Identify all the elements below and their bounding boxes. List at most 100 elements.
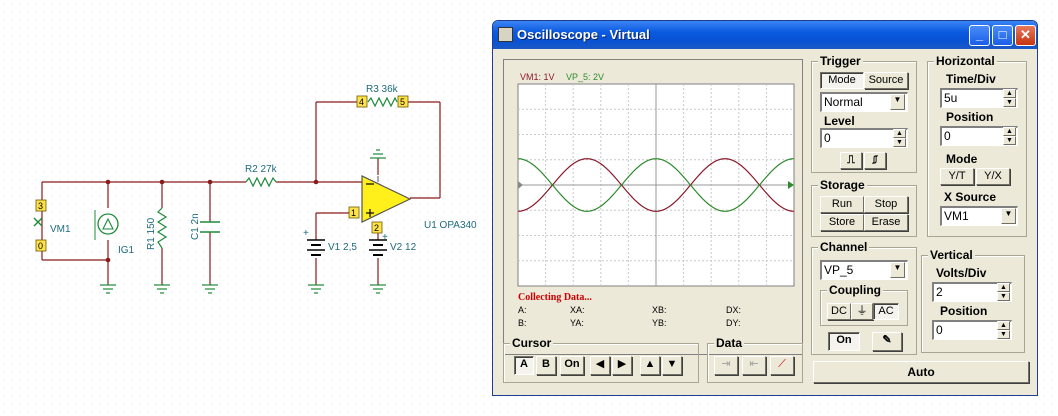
channel-group: Channel VP_5 ▼ Coupling DC ⏚ AC On ✎ xyxy=(811,240,917,355)
u1-label: U1 OPA340 xyxy=(424,220,477,231)
trigger-source-tab[interactable]: Source xyxy=(864,72,908,89)
level-spinner[interactable]: ▲ ▼ xyxy=(893,129,906,147)
ground-icon xyxy=(100,149,386,294)
r2-resistor[interactable]: R2 27k xyxy=(245,164,278,188)
maximize-button[interactable]: □ xyxy=(992,25,1013,46)
yx-mode-button[interactable]: Y/X xyxy=(976,168,1010,185)
data-title: Data xyxy=(714,336,745,350)
vm1-pin-bottom: 0 xyxy=(38,241,43,251)
chevron-down-icon[interactable]: ▼ xyxy=(1001,208,1016,224)
coupling-group: Coupling DC ⏚ AC xyxy=(820,283,908,326)
ac-coupling-button[interactable]: AC xyxy=(873,303,899,320)
v1-label: V1 2,5 xyxy=(328,242,357,253)
r1-label: R1 150 xyxy=(146,217,157,250)
save-data-icon: ⇤ xyxy=(749,358,759,370)
open-data-icon: ⇥ xyxy=(721,358,731,370)
timediv-spinner[interactable]: ▲ ▼ xyxy=(1003,89,1016,107)
r1-resistor[interactable]: R1 150 xyxy=(146,207,168,250)
vertical-title: Vertical xyxy=(928,248,975,262)
c1-label: C1 2n xyxy=(190,213,201,240)
coupling-title: Coupling xyxy=(827,283,883,297)
level-label: Level xyxy=(824,114,855,128)
auto-button[interactable]: Auto xyxy=(813,361,1029,383)
channel-color-button[interactable]: ✎ xyxy=(872,332,902,351)
h-position-spinner[interactable]: ▲ ▼ xyxy=(1003,127,1016,145)
vm1-label: VM1 xyxy=(50,224,71,235)
cursor-left-button[interactable]: ◀ xyxy=(590,356,610,375)
c1-capacitor[interactable]: C1 2n xyxy=(190,213,220,240)
r2-label: R2 27k xyxy=(245,164,278,175)
data-export-button[interactable]: ⟋ xyxy=(770,356,794,375)
v1-battery[interactable]: + V1 2,5 xyxy=(303,228,357,256)
trigger-group: Trigger Mode Source Normal ▼ Level 0 ▲ ▼ … xyxy=(811,54,917,173)
storage-group: Storage Run Stop Store Erase xyxy=(811,178,917,237)
oscilloscope-window: Oscilloscope - Virtual _ □ ✕ VM1: 1V VP_… xyxy=(492,20,1038,396)
arrow-up-icon: ▲ xyxy=(644,358,656,370)
u1-opamp[interactable]: 1 2 U1 OPA340 xyxy=(348,175,477,234)
data-open-button[interactable]: ⇥ xyxy=(714,356,738,375)
cursor-right-button[interactable]: ▶ xyxy=(612,356,632,375)
v2-battery[interactable]: + V2 12 xyxy=(369,232,417,256)
voltsdiv-label: Volts/Div xyxy=(936,266,987,280)
ig1-label: IG1 xyxy=(118,245,135,256)
channel-title: Channel xyxy=(818,240,870,254)
vm1-pin-top: 3 xyxy=(38,201,43,211)
stop-button[interactable]: Stop xyxy=(864,196,908,213)
h-position-label: Position xyxy=(946,110,994,124)
run-button[interactable]: Run xyxy=(820,196,864,213)
scope-screen-frame: VM1: 1V VP_5: 2V Collecting Data... A: X… xyxy=(503,59,803,355)
readout-b: B: xyxy=(518,318,527,328)
data-save-button[interactable]: ⇤ xyxy=(742,356,766,375)
falling-edge-icon: ⎎ xyxy=(872,154,878,166)
chevron-down-icon[interactable]: ▼ xyxy=(890,94,905,110)
store-button[interactable]: Store xyxy=(820,214,864,231)
horizontal-group: Horizontal Time/Div 5u ▲ ▼ Position 0 ▲ ▼ … xyxy=(927,54,1027,237)
channel-on-button[interactable]: On xyxy=(828,332,860,351)
readout-xb: XB: xyxy=(652,305,667,315)
v1-pin: 1 xyxy=(351,208,356,218)
v2-plus-sign: + xyxy=(382,232,388,243)
trigger-title: Trigger xyxy=(818,54,863,68)
chart-export-icon: ⟋ xyxy=(778,358,786,370)
ig1-current-source[interactable]: IG1 xyxy=(94,210,135,256)
data-group: Data ⇥ ⇤ ⟋ xyxy=(707,336,803,383)
cursor-down-button[interactable]: ▼ xyxy=(662,356,682,375)
vertical-group: Vertical Volts/Div 2 ▲ ▼ Position 0 ▲ ▼ xyxy=(921,248,1025,353)
erase-button[interactable]: Erase xyxy=(864,214,908,231)
storage-title: Storage xyxy=(818,178,867,192)
r3-resistor[interactable]: 4 5 R3 36k xyxy=(356,84,409,108)
window-title: Oscilloscope - Virtual xyxy=(517,27,650,42)
cursor-group: Cursor A B On ◀ ▶ ▲ ▼ xyxy=(503,336,699,383)
voltsdiv-spinner[interactable]: ▲ ▼ xyxy=(997,283,1010,301)
cursor-a-button[interactable]: A xyxy=(514,356,534,375)
v2-pin: 2 xyxy=(374,223,379,233)
cursor-up-button[interactable]: ▲ xyxy=(640,356,660,375)
status-text: Collecting Data... xyxy=(518,292,592,303)
rising-edge-icon: ⎍ xyxy=(847,154,855,166)
chevron-down-icon[interactable]: ▼ xyxy=(890,262,905,278)
cursor-b-button[interactable]: B xyxy=(536,356,556,375)
trigger-mode-tab[interactable]: Mode xyxy=(820,72,864,89)
v-position-spinner[interactable]: ▲ ▼ xyxy=(997,321,1010,339)
mode-label: Mode xyxy=(946,152,978,166)
close-button[interactable]: ✕ xyxy=(1015,25,1036,46)
arrow-left-icon: ◀ xyxy=(595,358,605,370)
readout-yb: YB: xyxy=(652,318,667,328)
rising-edge-button[interactable]: ⎍ xyxy=(840,152,862,169)
v1-plus-sign: + xyxy=(303,228,309,239)
cursor-on-button[interactable]: On xyxy=(560,356,584,375)
minimize-button[interactable]: _ xyxy=(969,25,990,46)
v2-label: V2 12 xyxy=(390,242,417,253)
dc-coupling-button[interactable]: DC xyxy=(827,303,851,320)
horizontal-title: Horizontal xyxy=(934,54,997,68)
pen-icon: ✎ xyxy=(882,334,892,346)
readout-dx: DX: xyxy=(726,305,742,315)
r3-pin-left: 4 xyxy=(359,97,364,107)
vm1-voltmeter[interactable]: 3 0 VM1 xyxy=(33,199,71,252)
arrow-right-icon: ▶ xyxy=(617,358,627,370)
r3-pin-right: 5 xyxy=(400,97,405,107)
yt-mode-button[interactable]: Y/T xyxy=(940,168,974,185)
gnd-coupling-button[interactable]: ⏚ xyxy=(851,303,873,320)
title-bar[interactable]: Oscilloscope - Virtual _ □ ✕ xyxy=(493,21,1037,49)
falling-edge-button[interactable]: ⎎ xyxy=(864,152,886,169)
